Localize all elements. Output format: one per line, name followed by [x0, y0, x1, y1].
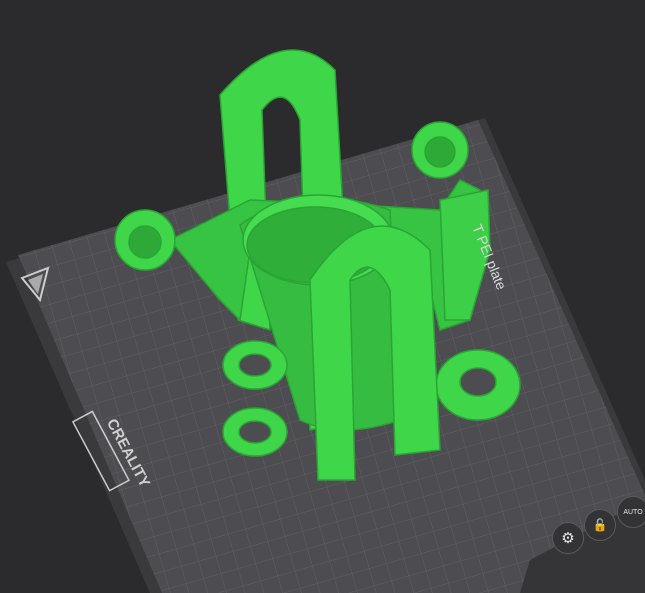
- settings-button[interactable]: ⚙: [552, 522, 584, 554]
- lock-button[interactable]: 🔓: [584, 509, 616, 541]
- 3d-viewport[interactable]: T PEI plate CREALITY ⚙ 🔓 AUTO: [0, 0, 645, 593]
- auto-orient-button[interactable]: AUTO: [617, 496, 645, 528]
- build-plate-scene: [6, 49, 645, 593]
- auto-orient-icon: AUTO: [623, 508, 643, 516]
- gear-icon: ⚙: [561, 530, 575, 547]
- lock-icon: 🔓: [592, 518, 608, 532]
